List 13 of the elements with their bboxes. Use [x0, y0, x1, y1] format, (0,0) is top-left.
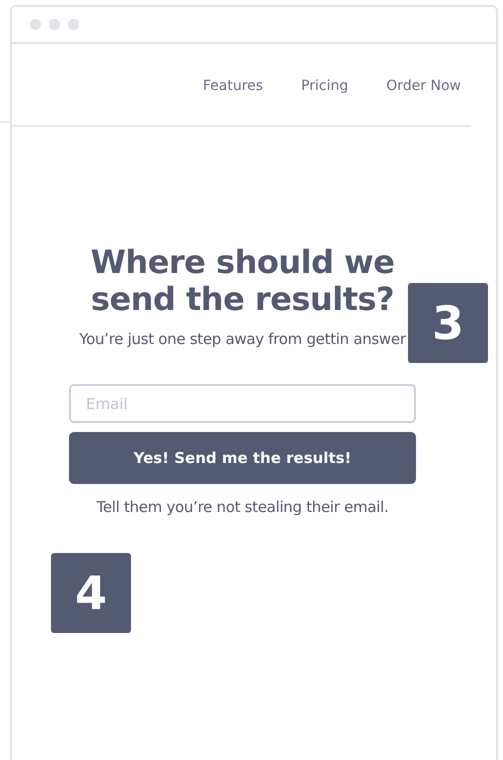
subtitle: You’re just one step away from gettin answer	[79, 330, 406, 348]
note: Tell them you’re not stealing their email.	[96, 498, 388, 516]
heading: Where should we send the results?	[90, 244, 396, 318]
window-dot-icon	[30, 19, 41, 30]
window-dot-icon	[49, 19, 60, 30]
nav-link[interactable]: Pricing	[301, 78, 348, 94]
step-number-badge: 3	[408, 283, 488, 363]
step-number-badge: 4	[51, 553, 131, 633]
email-field[interactable]: Email	[69, 384, 416, 423]
nav-link[interactable]: Features	[202, 78, 264, 94]
window-dot-icon	[68, 19, 79, 30]
nav-link[interactable]: Order Now	[386, 78, 461, 94]
submit-button[interactable]: Yes! Send me the results!	[69, 432, 416, 484]
